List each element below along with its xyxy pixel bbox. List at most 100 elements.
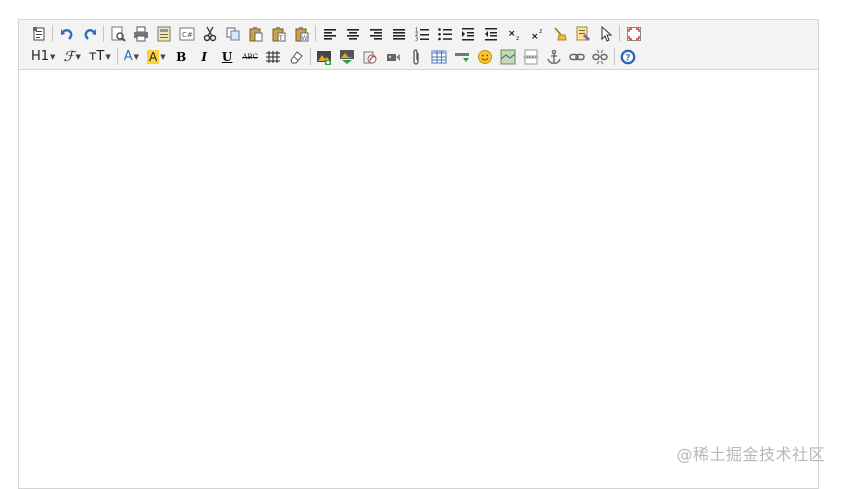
select-all-button[interactable] [594,23,617,44]
toolbar-separator [619,25,620,42]
undo-icon [60,28,72,40]
print-button[interactable] [129,23,152,44]
svg-text:×: × [531,32,539,42]
image-button[interactable] [313,46,336,67]
align-left-icon [323,28,336,40]
line-height-button[interactable] [262,46,285,67]
svg-text:?: ? [625,53,630,63]
source-button[interactable] [27,23,50,44]
font-color-label: A [123,49,133,64]
toolbar-separator [52,25,53,42]
paste-text-button[interactable]: T [267,23,290,44]
undo-button[interactable] [55,23,78,44]
copy-icon [226,27,239,40]
align-left-button[interactable] [318,23,341,44]
map-button[interactable] [497,46,520,67]
unordered-list-button[interactable] [433,23,456,44]
redo-button[interactable] [78,23,101,44]
link-button[interactable] [566,46,589,67]
subscript-icon: × 2 [508,29,519,42]
attachment-button[interactable] [405,46,428,67]
quick-format-button[interactable] [571,23,594,44]
horizontal-rule-button[interactable] [451,46,474,67]
indent-button[interactable] [456,23,479,44]
toolbar-separator [103,25,104,42]
paste-icon [249,26,262,41]
cut-icon [203,26,216,41]
copy-button[interactable] [221,23,244,44]
remove-format-button[interactable] [285,46,308,67]
chevron-down-icon: ▼ [105,52,111,61]
highlight-color-dropdown[interactable]: A ▼ [143,46,170,67]
clear-format-button[interactable] [548,23,571,44]
paste-text-icon: T [272,26,285,42]
table-button[interactable] [428,46,451,67]
toolbar-separator [116,48,118,65]
svg-text:C#: C# [182,31,193,39]
emoticon-icon [478,49,493,64]
underline-button[interactable]: U [216,46,239,67]
unordered-list-icon [437,27,452,40]
anchor-icon [547,49,561,64]
underline-label: U [221,49,233,64]
flash-button[interactable] [359,46,382,67]
font-size-dropdown[interactable]: тT ▼ [85,46,115,67]
svg-text:2: 2 [539,29,542,35]
bold-button[interactable]: B [170,46,193,67]
toolbar-row-2: H1 ▼ ℱ ▼ тT ▼ A ▼ A ▼ B I U ABC ? [27,45,818,68]
align-center-button[interactable] [341,23,364,44]
align-justify-button[interactable] [387,23,410,44]
paste-word-button[interactable]: W [290,23,313,44]
quick-format-icon [576,26,590,41]
preview-button[interactable] [106,23,129,44]
link-icon [569,53,585,60]
svg-text:2: 2 [516,36,519,42]
subscript-button[interactable]: × 2 [502,23,525,44]
chevron-down-icon: ▼ [75,52,81,61]
page-break-button[interactable] [520,46,543,67]
indent-icon [461,27,474,40]
ordered-list-icon: 123 [415,27,429,42]
font-family-dropdown[interactable]: ℱ ▼ [59,46,84,67]
paste-button[interactable] [244,23,267,44]
print-icon [133,26,148,41]
strikethrough-label: ABC [242,52,258,61]
outdent-button[interactable] [479,23,502,44]
cut-button[interactable] [198,23,221,44]
outdent-icon [484,27,497,40]
paste-word-icon: W [295,26,308,42]
anchor-button[interactable] [543,46,566,67]
font-color-dropdown[interactable]: A ▼ [120,46,143,67]
rich-text-editor: C# T W 1 2 3 × 2 × 2 H1 ▼ ℱ ▼ тT ▼ A ▼ A… [18,19,819,489]
code-button[interactable]: C# [175,23,198,44]
fullscreen-button[interactable] [622,23,645,44]
heading-label: H1 [31,49,50,64]
redo-icon [84,28,96,40]
bold-label: B [176,49,187,64]
font-size-label: тT [88,49,105,64]
ordered-list-button[interactable]: 123 [410,23,433,44]
align-justify-icon [392,28,405,40]
template-button[interactable] [152,23,175,44]
svg-text:W: W [301,35,307,42]
svg-text:×: × [508,29,516,39]
strikethrough-button[interactable]: ABC [239,46,262,67]
toolbar-separator [309,48,311,65]
editor-content-area[interactable] [19,70,818,488]
italic-button[interactable]: I [193,46,216,67]
image-icon [317,50,332,65]
fullscreen-icon [626,26,641,41]
multi-image-button[interactable] [336,46,359,67]
eraser-icon [290,50,303,63]
font-family-label: ℱ [63,48,75,65]
toolbar-separator [315,25,316,42]
emoticon-button[interactable] [474,46,497,67]
help-button[interactable]: ? [617,46,640,67]
align-right-button[interactable] [364,23,387,44]
unlink-icon [592,49,608,64]
superscript-button[interactable]: × 2 [525,23,548,44]
italic-label: I [201,49,207,64]
media-button[interactable] [382,46,405,67]
unlink-button[interactable] [589,46,612,67]
heading-dropdown[interactable]: H1 ▼ [27,46,59,67]
